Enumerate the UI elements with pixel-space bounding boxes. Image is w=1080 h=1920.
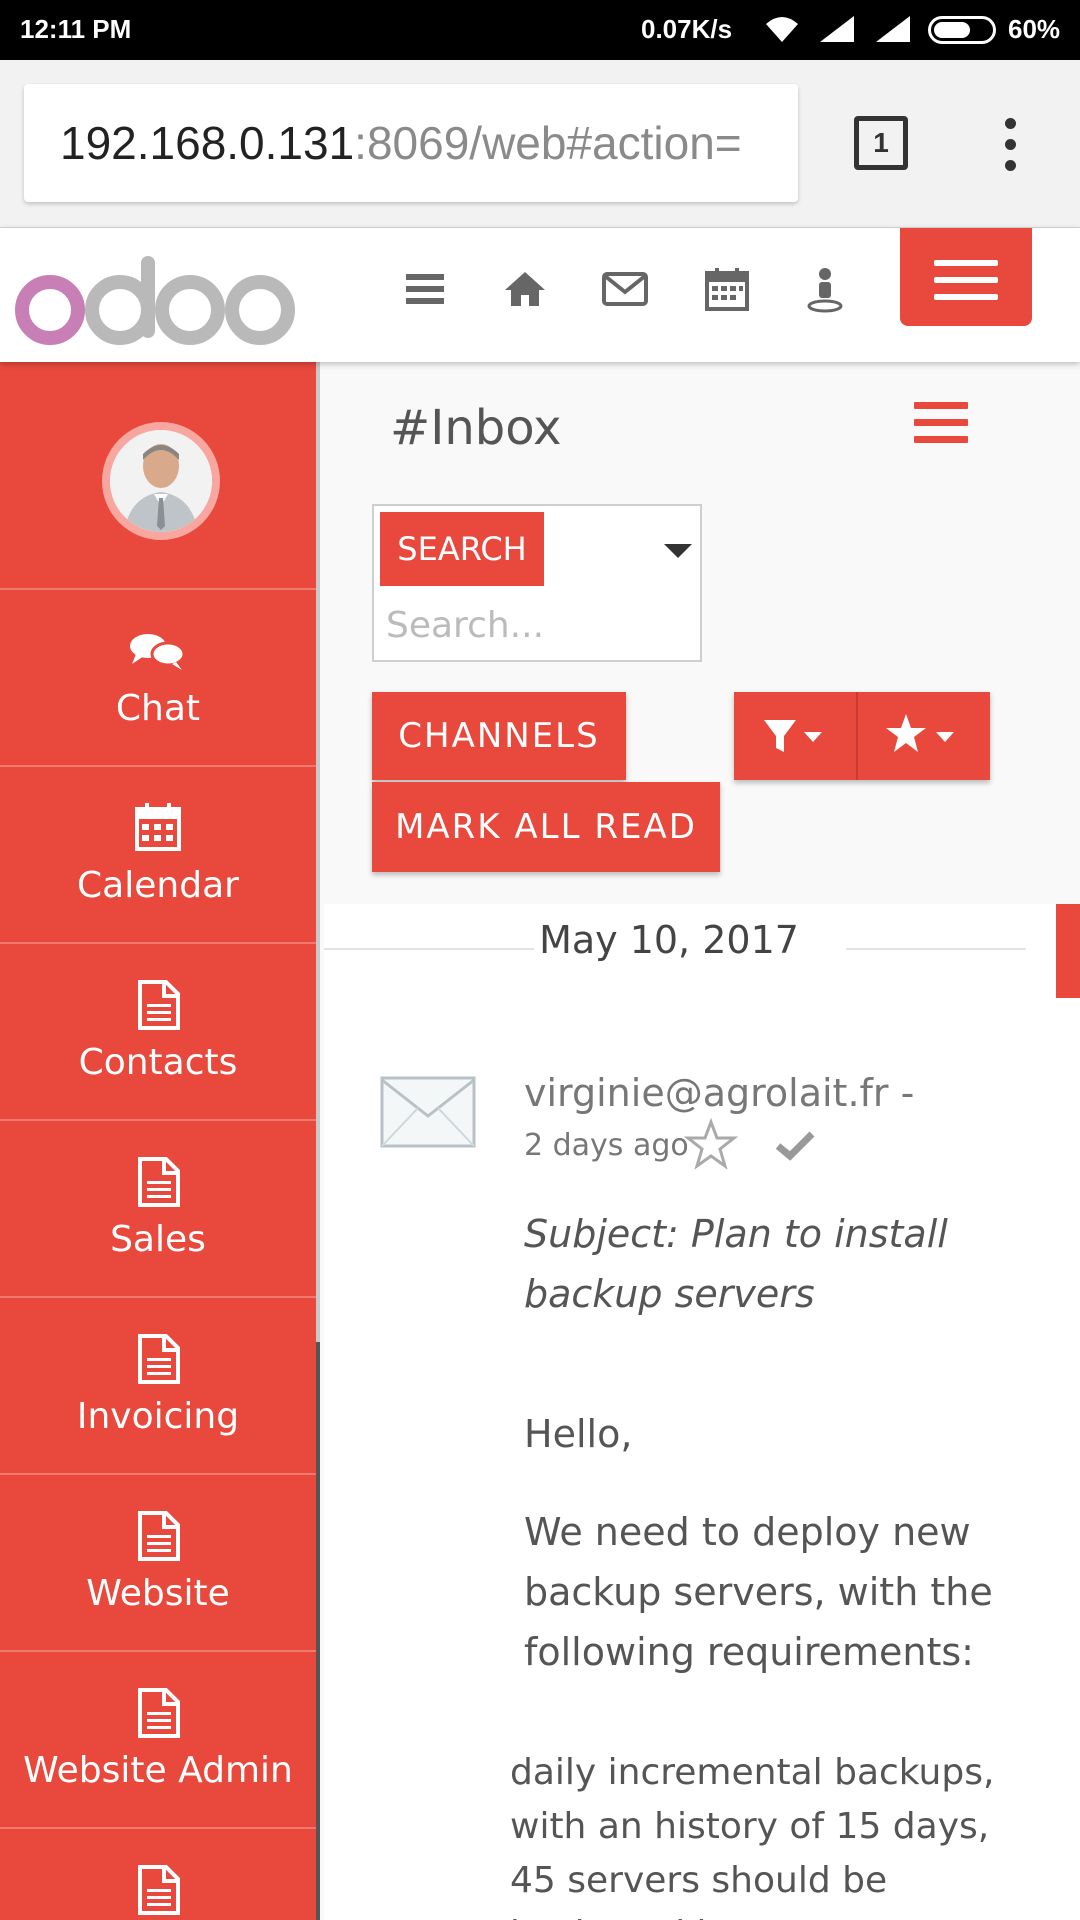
search-box: SEARCH [372, 504, 702, 662]
envelope-icon [380, 1076, 476, 1152]
message-thread: May 10, 2017 virginie@agrolait.fr - 2 da… [324, 904, 1080, 1920]
battery-percent: 60% [1008, 14, 1061, 44]
options-menu-icon[interactable] [914, 402, 968, 448]
search-input[interactable] [386, 600, 686, 650]
star-icon[interactable] [683, 1117, 739, 1176]
sidebar-item-chat[interactable]: Chat [0, 588, 316, 765]
sidebar-item-label: Sales [110, 1219, 206, 1260]
tab-count-button[interactable]: 1 [854, 116, 908, 170]
message-greeting: Hello, [524, 1412, 633, 1456]
sidebar: Chat Calendar Contacts Sales Invoicing W… [0, 362, 320, 1920]
document-icon [0, 1688, 316, 1738]
sidebar-item-sales[interactable]: Sales [0, 1119, 316, 1296]
message-author[interactable]: virginie@agrolait.fr [524, 1071, 889, 1115]
chevron-down-icon[interactable] [664, 544, 692, 558]
app-menu-button[interactable] [900, 228, 1032, 326]
menu-icon[interactable] [400, 264, 450, 314]
message-header: virginie@agrolait.fr - 2 days ago [524, 1066, 1024, 1182]
search-facet-button[interactable]: SEARCH [380, 512, 544, 586]
caret-down-icon [936, 732, 954, 742]
sidebar-item-label: Invoicing [76, 1396, 240, 1437]
document-icon [0, 1511, 316, 1561]
home-icon[interactable] [500, 264, 550, 314]
chat-icon [0, 626, 316, 676]
wifi-icon [762, 14, 802, 51]
sidebar-item-label: Calendar [77, 865, 239, 906]
caret-down-icon [804, 732, 822, 742]
favorites-button[interactable] [858, 692, 990, 780]
sidebar-item-label: Website Admin [23, 1750, 293, 1791]
filter-group [734, 692, 990, 780]
star-icon [886, 714, 926, 752]
sidebar-item-label: Website [86, 1573, 230, 1614]
mail-icon[interactable] [600, 264, 650, 314]
user-pin-icon[interactable] [800, 264, 850, 314]
filter-icon [764, 720, 796, 752]
avatar[interactable] [102, 422, 220, 540]
date-separator: May 10, 2017 [539, 918, 799, 962]
sidebar-item-contacts[interactable]: Contacts [0, 942, 316, 1119]
filter-button[interactable] [734, 692, 856, 780]
mark-all-read-button[interactable]: MARK ALL READ [372, 782, 720, 872]
document-icon [0, 1865, 316, 1915]
browser-toolbar: 192.168.0.131:8069/web#action= 1 [0, 60, 1080, 228]
message-requirement: daily incremental backups, with an histo… [510, 1752, 995, 1920]
status-time: 12:11 PM [20, 14, 132, 44]
network-speed: 0.07K/s [641, 14, 733, 44]
sidebar-item-label: Contacts [78, 1042, 238, 1083]
url-path: :8069/web#action= [354, 117, 742, 169]
sidebar-item-label: Chat [115, 688, 201, 729]
message-time: 2 days ago [524, 1128, 689, 1163]
signal-icon [818, 14, 858, 51]
message-intro: We need to deploy new backup servers, wi… [524, 1510, 993, 1674]
main-content: #Inbox SEARCH CHANNELS MARK ALL READ May… [320, 362, 1080, 1920]
sidebar-item-invoicing[interactable]: Invoicing [0, 1296, 316, 1473]
url-host: 192.168.0.131 [60, 117, 355, 169]
signal-icon-secondary [874, 14, 914, 51]
sidebar-item-website[interactable]: Website [0, 1473, 316, 1650]
document-icon [0, 980, 316, 1030]
battery-icon [928, 16, 996, 44]
message-subject: Subject: Plan to install backup servers [524, 1212, 948, 1316]
app-header [0, 228, 1080, 362]
sidebar-item-more[interactable] [0, 1827, 316, 1920]
url-field[interactable]: 192.168.0.131:8069/web#action= [24, 84, 798, 202]
thread-scrollbar[interactable] [1056, 904, 1080, 998]
check-icon[interactable] [774, 1124, 816, 1170]
page-title: #Inbox [390, 400, 562, 456]
document-icon [0, 1334, 316, 1384]
calendar-icon [0, 803, 316, 853]
sidebar-item-website-admin[interactable]: Website Admin [0, 1650, 316, 1827]
calendar-icon[interactable] [702, 264, 752, 314]
sidebar-item-calendar[interactable]: Calendar [0, 765, 316, 942]
odoo-logo[interactable] [8, 242, 298, 356]
browser-menu-icon[interactable] [1000, 118, 1020, 172]
channels-button[interactable]: CHANNELS [372, 692, 626, 780]
document-icon [0, 1157, 316, 1207]
status-bar: 12:11 PM 0.07K/s 60% [0, 0, 1080, 60]
